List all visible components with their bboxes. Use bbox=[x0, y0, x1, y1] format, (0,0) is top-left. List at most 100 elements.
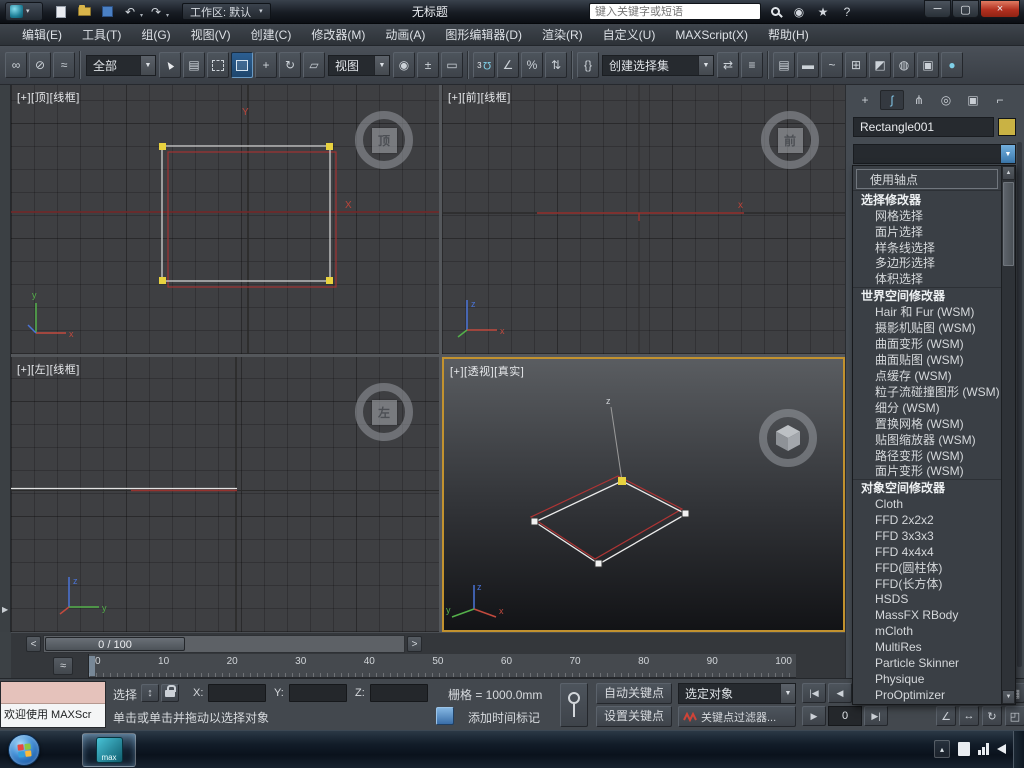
modifier-item[interactable]: 点缓存 (WSM) bbox=[853, 367, 1001, 383]
next-key-button[interactable]: ▶| bbox=[864, 706, 888, 726]
set-key-button[interactable]: 设置关键点 bbox=[596, 706, 672, 727]
viewport-perspective-label[interactable]: [+][透视][真实] bbox=[450, 363, 524, 379]
viewport-front-viewcube[interactable]: 前 bbox=[761, 111, 819, 169]
track-bar-ruler[interactable]: 0 10 20 30 40 50 60 70 80 90 100 bbox=[88, 654, 796, 678]
rectangle-spline-selected[interactable] bbox=[161, 145, 331, 282]
modifier-item[interactable]: 细分 (WSM) bbox=[853, 399, 1001, 415]
viewport-front-label[interactable]: [+][前][线框] bbox=[448, 89, 511, 105]
modifier-item[interactable]: 多边形选择 bbox=[853, 255, 1001, 271]
open-file-icon[interactable] bbox=[74, 3, 94, 21]
z-coordinate-field[interactable] bbox=[370, 684, 428, 702]
modifier-item[interactable]: 网格选择 bbox=[853, 207, 1001, 223]
modifier-item[interactable]: 置换网格 (WSM) bbox=[853, 415, 1001, 431]
modifier-item[interactable]: 面片选择 bbox=[853, 223, 1001, 239]
modifier-item[interactable]: Hair 和 Fur (WSM) bbox=[853, 304, 1001, 320]
select-and-move-icon[interactable]: + bbox=[255, 52, 277, 78]
network-icon[interactable] bbox=[978, 743, 989, 755]
menu-item[interactable]: MAXScript(X) bbox=[665, 24, 758, 46]
named-selection-sets-dropdown[interactable]: 创建选择集 ▼ bbox=[602, 54, 714, 76]
render-production-icon[interactable]: ● bbox=[941, 52, 963, 78]
menu-item[interactable]: 帮助(H) bbox=[758, 24, 819, 46]
snaps-toggle-icon[interactable]: 3 Ω bbox=[473, 52, 495, 78]
viewport-left[interactable]: z y [+][左][线框] 左 bbox=[11, 357, 439, 632]
prompt-panel-icon[interactable] bbox=[436, 707, 454, 725]
menu-item[interactable]: 视图(V) bbox=[181, 24, 241, 46]
modifier-item[interactable]: 使用轴点 bbox=[856, 169, 998, 190]
modifier-item[interactable]: 路径变形 (WSM) bbox=[853, 447, 1001, 463]
modifier-item[interactable]: Particle Skinner bbox=[853, 655, 1001, 671]
new-scene-icon[interactable] bbox=[51, 3, 71, 21]
previous-key-button[interactable]: ◀ bbox=[828, 683, 852, 703]
modifier-item[interactable]: ProOptimizer bbox=[853, 687, 1001, 703]
percent-snap-icon[interactable]: % bbox=[521, 52, 543, 78]
object-color-swatch[interactable] bbox=[998, 118, 1016, 136]
vertex-handle[interactable] bbox=[530, 517, 539, 526]
taskbar-max-button[interactable]: max bbox=[82, 733, 136, 767]
modifier-item[interactable]: FFD 3x3x3 bbox=[853, 528, 1001, 544]
ime-indicator-icon[interactable] bbox=[958, 742, 970, 756]
start-button[interactable] bbox=[8, 734, 40, 766]
viewport-perspective[interactable]: z y x z [+][透视][真实] bbox=[442, 357, 845, 632]
window-crossing-toggle-icon[interactable] bbox=[231, 52, 253, 78]
vertex-handle[interactable] bbox=[326, 143, 333, 150]
modifier-item[interactable]: 摄影机贴图 (WSM) bbox=[853, 320, 1001, 336]
show-desktop-button[interactable] bbox=[1013, 731, 1024, 768]
tab-motion-icon[interactable]: ◎ bbox=[934, 90, 958, 110]
macro-recorder-field[interactable] bbox=[1, 682, 105, 704]
tab-utilities-icon[interactable]: ⌐ bbox=[988, 90, 1012, 110]
rectangle-spline-selected[interactable] bbox=[533, 480, 688, 565]
rectangle-spline[interactable] bbox=[167, 151, 337, 288]
open-mini-curve-editor-icon[interactable]: ≈ bbox=[53, 657, 73, 675]
selection-lock-icon[interactable] bbox=[161, 684, 179, 702]
tab-hierarchy-icon[interactable]: ⋔ bbox=[907, 90, 931, 110]
bind-to-space-warp-icon[interactable]: ≈ bbox=[53, 52, 75, 78]
modifier-item[interactable]: Physique bbox=[853, 671, 1001, 687]
spinner-snap-icon[interactable]: ⇅ bbox=[545, 52, 567, 78]
viewport-top-label[interactable]: [+][顶][线框] bbox=[17, 89, 80, 105]
go-to-start-button[interactable]: |◀ bbox=[802, 683, 826, 703]
angle-snap-icon[interactable]: ∠ bbox=[497, 52, 519, 78]
tab-modify-icon[interactable]: ʃ bbox=[880, 90, 904, 110]
vertex-handle[interactable] bbox=[326, 277, 333, 284]
menu-item[interactable]: 组(G) bbox=[131, 24, 180, 46]
scroll-up-icon[interactable]: ▲ bbox=[1002, 166, 1015, 180]
menu-item[interactable]: 工具(T) bbox=[72, 24, 131, 46]
vertex-handle[interactable] bbox=[681, 509, 690, 518]
minimize-button[interactable]: ─ bbox=[924, 0, 951, 18]
use-pivot-center-icon[interactable]: ◉ bbox=[393, 52, 415, 78]
curve-editor-icon[interactable]: ~ bbox=[821, 52, 843, 78]
save-file-icon[interactable] bbox=[97, 3, 117, 21]
viewcube-face[interactable]: 顶 bbox=[371, 127, 397, 153]
modifier-item[interactable]: 选择修改器 bbox=[853, 190, 1001, 207]
keyboard-shortcut-override-icon[interactable]: ▭ bbox=[441, 52, 463, 78]
menu-item[interactable]: 自定义(U) bbox=[593, 24, 666, 46]
menu-item[interactable]: 创建(C) bbox=[241, 24, 302, 46]
modifier-item[interactable]: 体积选择 bbox=[853, 271, 1001, 287]
modifier-item[interactable]: 对象空间修改器 bbox=[853, 478, 1001, 496]
layer-manager-icon[interactable]: ▤ bbox=[773, 52, 795, 78]
modifier-item[interactable]: FFD(长方体) bbox=[853, 575, 1001, 591]
max-app-button[interactable]: ▾ bbox=[5, 2, 43, 21]
key-filters-button[interactable]: 关键点过滤器... bbox=[678, 706, 796, 727]
current-frame-field[interactable]: 0 bbox=[828, 706, 862, 726]
play-button[interactable]: ▶ bbox=[802, 706, 826, 726]
auto-key-button[interactable]: 自动关键点 bbox=[596, 683, 672, 704]
workspace-dropdown[interactable]: 工作区: 默认 ▾ bbox=[182, 3, 271, 20]
modifier-item[interactable]: 贴图缩放器 (WSM) bbox=[853, 431, 1001, 447]
viewport-tabs-flyout-icon[interactable]: ▶ bbox=[2, 605, 8, 614]
y-coordinate-field[interactable] bbox=[289, 684, 347, 702]
modifier-item[interactable]: 曲面变形 (WSM) bbox=[853, 336, 1001, 352]
help-icon[interactable]: ? bbox=[837, 3, 857, 21]
current-frame-marker[interactable] bbox=[89, 656, 95, 676]
rendered-frame-icon[interactable]: ▣ bbox=[917, 52, 939, 78]
select-by-name-icon[interactable]: ▤ bbox=[183, 52, 205, 78]
popup-scrollbar[interactable]: ▲ ▼ bbox=[1001, 166, 1015, 704]
modifier-item[interactable]: 面片变形 (WSM) bbox=[853, 463, 1001, 479]
schematic-view-icon[interactable]: ⊞ bbox=[845, 52, 867, 78]
vertex-handle[interactable] bbox=[594, 559, 603, 568]
viewport-top[interactable]: Y X y x [+][顶][线框] 顶 bbox=[11, 85, 439, 354]
tab-display-icon[interactable]: ▣ bbox=[961, 90, 985, 110]
search-input[interactable] bbox=[589, 3, 761, 20]
time-slider-thumb[interactable]: 0 / 100 bbox=[45, 637, 185, 651]
set-key-mode-button[interactable] bbox=[560, 683, 588, 727]
